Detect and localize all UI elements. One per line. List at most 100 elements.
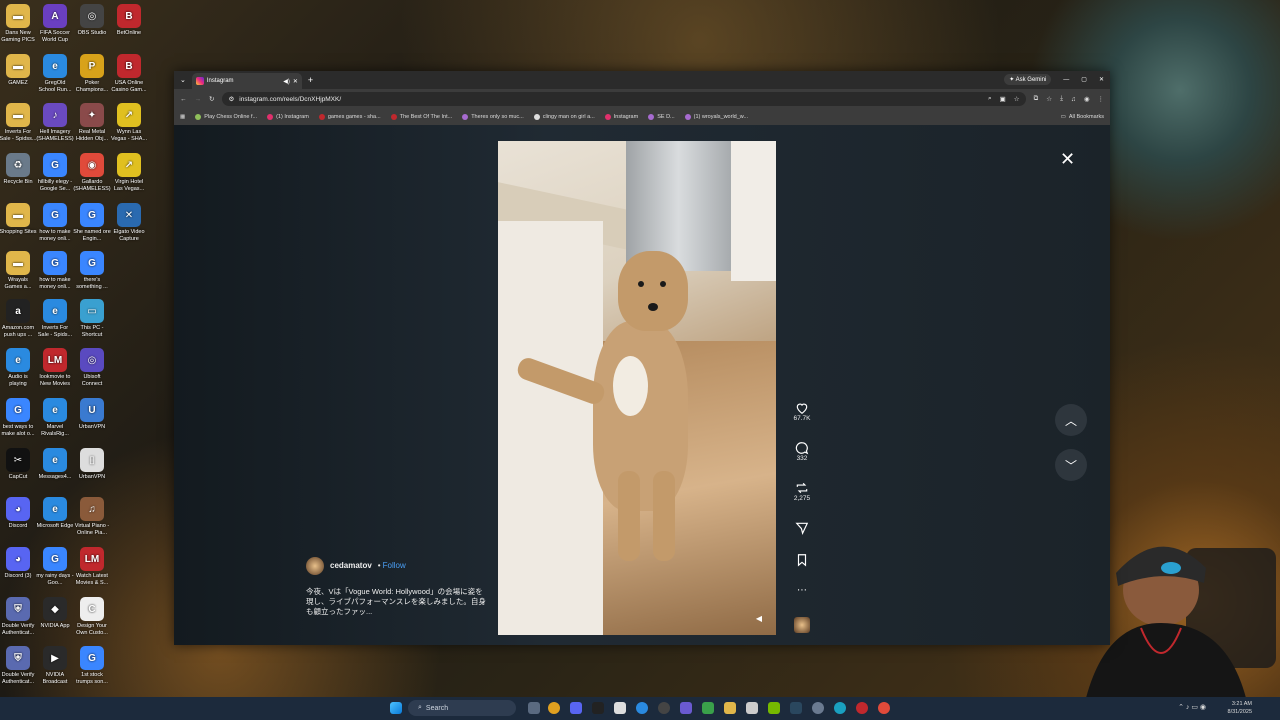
reading-list-icon[interactable]: ☆ [1046,95,1052,103]
desktop-icon[interactable]: ✂ CapCut [0,448,37,481]
task-view-icon[interactable] [528,702,540,714]
save-button[interactable] [786,553,818,585]
desktop-icon[interactable]: Gbest ways to make alot o... [0,398,37,438]
file-icon[interactable] [614,702,626,714]
desktop-icon[interactable]: LM Watch Latest Movies & S... [73,547,111,587]
desktop-icon[interactable]: ↗ Wynn Las Vegas - SHA... [110,103,148,143]
capcut-icon[interactable] [592,702,604,714]
desktop-icon[interactable]: ▬ Inverts For Sale - Spidss... [0,103,37,143]
desktop-icon[interactable]: U UrbanVPN [73,398,111,431]
desktop-icon[interactable]: ▬ GAMEZ [0,54,37,87]
menu-icon[interactable]: ⋮ [1098,95,1105,103]
desktop-icon[interactable]: Gthere's something ... [73,251,111,291]
url-field[interactable]: ⚙ instagram.com/reels/DcnXHjpMXK/ ⌕ ▣ ☆ [222,92,1026,106]
profile-icon[interactable]: ◉ [1084,95,1090,103]
desktop-icon[interactable]: ▶ NVIDIA Broadcast [36,646,74,686]
desktop-icon[interactable]: e Audio is playing [0,348,37,388]
vpn-icon[interactable] [680,702,692,714]
bookmark-item[interactable]: clingy man on girl a... [533,114,595,120]
desktop-icon[interactable]: Ghow to make money onli... [36,203,74,243]
settings-icon[interactable] [812,702,824,714]
cast-icon[interactable]: ▣ [1000,95,1006,103]
system-clock[interactable]: 3:21 AM 8/31/2025 [1228,700,1252,716]
desktop-icon[interactable]: B USA Online Casino Gam... [110,54,148,94]
desktop-icon[interactable]: ◕ Discord (3) [0,547,37,580]
mute-icon[interactable]: ◀ [756,614,762,623]
bookmark-star-icon[interactable]: ☆ [1014,95,1020,103]
repost-button[interactable]: 2,275 [786,481,818,521]
site-info-icon[interactable]: ⚙ [228,95,234,103]
audio-avatar[interactable] [786,617,818,657]
notes-icon[interactable] [746,702,758,714]
ask-gemini-button[interactable]: ✦ Ask Gemini [1004,74,1052,85]
next-reel-button[interactable]: ﹀ [1055,449,1087,481]
zoom-icon[interactable]: ⌕ [988,95,992,103]
desktop-icon[interactable]: C Design Your Own Custo... [73,597,111,637]
desktop-icon[interactable]: A FIFA Soccer World Cup [36,4,74,44]
desktop-icon[interactable]: Ghillbilly elegy - Google Se... [36,153,74,193]
back-icon[interactable]: ← [180,96,187,103]
desktop-icon[interactable]: ♻ Recycle Bin [0,153,37,186]
discord-icon[interactable] [570,702,582,714]
edge-icon[interactable] [636,702,648,714]
tab-search-icon[interactable]: ⌄ [180,76,186,84]
comment-button[interactable]: 332 [786,441,818,481]
desktop-icon[interactable]: ◕ Discord [0,497,37,530]
bookmark-item[interactable]: SE D... [648,114,675,120]
media-icon[interactable]: ♫ [1071,96,1076,103]
tab-close-icon[interactable]: ✕ [293,78,298,85]
bookmark-item[interactable]: Play Chess Online f... [195,114,257,120]
bookmark-item[interactable]: Theres only so muc... [462,114,524,120]
desktop-icon[interactable]: P Poker Champions... [73,54,111,94]
nvidia-icon[interactable] [768,702,780,714]
obs-active-icon[interactable] [856,702,868,714]
desktop-icon[interactable]: G She named ore Engin... [73,203,111,243]
bookmark-item[interactable]: Instagram [604,114,638,120]
maximize-button[interactable]: ▢ [1081,76,1087,83]
desktop-icon[interactable]: B BetOnline [110,4,148,37]
window-close-button[interactable]: ✕ [1099,76,1104,83]
desktop-icon[interactable]: ♫ Virtual Piano - Online Pia... [73,497,111,537]
desktop-icon[interactable]: e Inverts For Sale - Spids... [36,299,74,339]
chrome-icon[interactable] [548,702,560,714]
previous-reel-button[interactable]: ︿ [1055,404,1087,436]
desktop-icon[interactable]: ✦ Real Metal Hidden Obj... [73,103,111,143]
desktop-icon[interactable]: ✕ Elgato Video Capture [110,203,148,243]
reel-video[interactable]: ◀ [498,141,776,635]
desktop-icon[interactable]: e GregOld School Run... [36,54,74,94]
desktop-icon[interactable]: ⛨ Double Verify Authenticat... [0,597,37,637]
like-button[interactable]: 67.7K [786,401,818,441]
desktop-icon[interactable]: ▬ Dans New Gaming PICS [0,4,37,44]
minimize-button[interactable]: — [1063,77,1069,83]
desktop-icon[interactable]: ◉ Gallardo (SHAMELESS) [73,153,111,193]
bookmark-item[interactable]: (1) wroyals_world_w... [684,114,748,120]
bookmark-item[interactable]: games games - sha... [318,114,381,120]
new-tab-button[interactable]: + [308,75,313,85]
bookmark-item[interactable]: The Best Of The Int... [390,114,452,120]
desktop-icon[interactable]: ▬ Shopping Sites [0,203,37,236]
windows-start-icon[interactable] [390,702,402,714]
download-icon[interactable]: ⤓ [1060,95,1063,103]
desktop-icon[interactable]: a Amazon.com push ups ... [0,299,37,339]
desktop-icon[interactable]: Gmy rainy days - Goo... [36,547,74,587]
more-options-button[interactable]: ⋯ [786,585,818,617]
desktop-icon[interactable]: ▯ UrbanVPN [73,448,111,481]
desktop-icon[interactable]: ▬ Wrayals Games a... [0,251,37,291]
chrome-active-icon[interactable] [878,702,890,714]
avatar[interactable] [306,557,324,575]
close-icon[interactable]: ✕ [1060,149,1075,170]
media-player-icon[interactable] [702,702,714,714]
all-bookmarks-button[interactable]: ▭ All Bookmarks [1061,114,1104,120]
desktop-icon[interactable]: Ghow to make money onli... [36,251,74,291]
desktop-icon[interactable]: ▭ This PC - Shortcut [73,299,111,339]
desktop-icon[interactable]: ◎ Ubisoft Connect [73,348,111,388]
reload-icon[interactable]: ↻ [209,95,214,103]
desktop-icon[interactable]: e Marvel RivalsRig... [36,398,74,438]
tab-instagram[interactable]: Instagram ◀) ✕ [191,73,302,89]
desktop-icon[interactable]: e Microsoft Edge [36,497,74,530]
desktop-icon[interactable]: ◆ NVIDIA App [36,597,74,630]
desktop-icon[interactable]: ♪ Hell Imagery (SHAMELESS) [36,103,74,143]
desktop-icon[interactable]: ◎ OBS Studio [73,4,111,37]
follow-button[interactable]: Follow [383,561,406,571]
tray-icons[interactable]: ⌃ ♪ ▭ ◉ [1178,703,1206,711]
